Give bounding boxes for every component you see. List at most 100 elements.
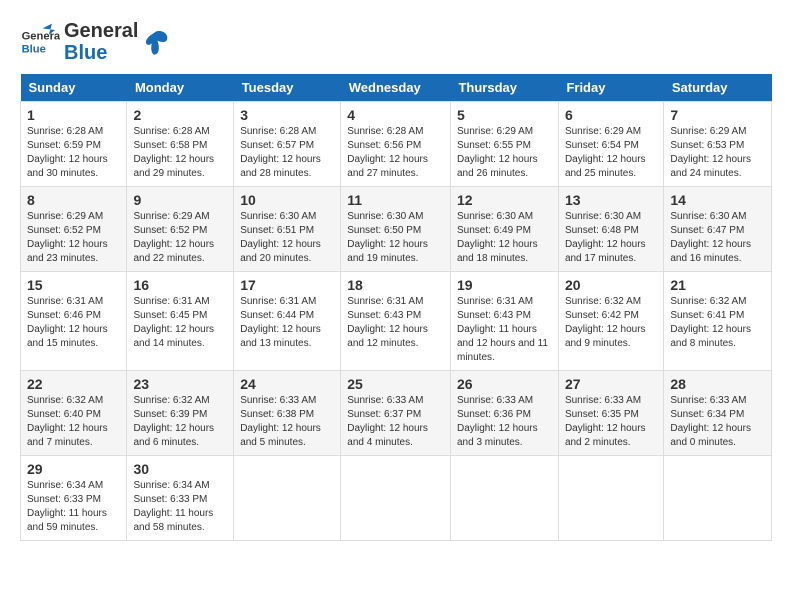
day-info: Sunrise: 6:29 AMSunset: 6:55 PMDaylight:… <box>457 125 552 181</box>
sunset-text: Sunset: 6:36 PM <box>457 409 531 420</box>
sunrise-text: Sunrise: 6:28 AM <box>240 126 316 137</box>
header-tuesday: Tuesday <box>234 74 341 102</box>
day-number: 19 <box>457 277 552 293</box>
sunrise-text: Sunrise: 6:29 AM <box>565 126 641 137</box>
day-info: Sunrise: 6:32 AMSunset: 6:40 PMDaylight:… <box>27 394 120 450</box>
calendar-cell: 25 Sunrise: 6:33 AMSunset: 6:37 PMDayligh… <box>341 371 451 456</box>
day-number: 3 <box>240 107 334 123</box>
day-info: Sunrise: 6:33 AMSunset: 6:35 PMDaylight:… <box>565 394 657 450</box>
day-info: Sunrise: 6:29 AMSunset: 6:54 PMDaylight:… <box>565 125 657 181</box>
daylight-text: Daylight: 12 hours <box>347 324 428 335</box>
daylight-minutes-text: and 5 minutes. <box>240 437 306 448</box>
day-info: Sunrise: 6:29 AMSunset: 6:52 PMDaylight:… <box>27 210 120 266</box>
daylight-minutes-text: and 4 minutes. <box>347 437 413 448</box>
daylight-text: Daylight: 12 hours <box>133 423 214 434</box>
sunset-text: Sunset: 6:44 PM <box>240 310 314 321</box>
day-number: 18 <box>347 277 444 293</box>
day-info: Sunrise: 6:30 AMSunset: 6:48 PMDaylight:… <box>565 210 657 266</box>
sunrise-text: Sunrise: 6:33 AM <box>457 395 533 406</box>
day-info: Sunrise: 6:28 AMSunset: 6:58 PMDaylight:… <box>133 125 227 181</box>
day-number: 8 <box>27 192 120 208</box>
day-number: 16 <box>133 277 227 293</box>
day-info: Sunrise: 6:33 AMSunset: 6:37 PMDaylight:… <box>347 394 444 450</box>
calendar-cell <box>558 456 663 541</box>
daylight-minutes-text: and 19 minutes. <box>347 253 418 264</box>
day-info: Sunrise: 6:33 AMSunset: 6:38 PMDaylight:… <box>240 394 334 450</box>
calendar-cell <box>341 456 451 541</box>
week-row-4: 22Sunrise: 6:32 AMSunset: 6:40 PMDayligh… <box>21 371 772 456</box>
day-info: Sunrise: 6:30 AMSunset: 6:51 PMDaylight:… <box>240 210 334 266</box>
calendar-cell: 16Sunrise: 6:31 AMSunset: 6:45 PMDayligh… <box>127 272 234 371</box>
calendar-cell: 20 Sunrise: 6:32 AMSunset: 6:42 PMDayligh… <box>558 272 663 371</box>
bird-icon <box>142 28 170 56</box>
day-number: 20 <box>565 277 657 293</box>
sunrise-text: Sunrise: 6:30 AM <box>457 211 533 222</box>
day-info: Sunrise: 6:29 AMSunset: 6:52 PMDaylight:… <box>133 210 227 266</box>
sunrise-text: Sunrise: 6:32 AM <box>670 296 746 307</box>
week-row-2: 8 Sunrise: 6:29 AMSunset: 6:52 PMDaylight… <box>21 187 772 272</box>
calendar-cell: 8 Sunrise: 6:29 AMSunset: 6:52 PMDaylight… <box>21 187 127 272</box>
day-info: Sunrise: 6:34 AMSunset: 6:33 PMDaylight:… <box>27 479 120 535</box>
week-row-1: 1Sunrise: 6:28 AMSunset: 6:59 PMDaylight… <box>21 102 772 187</box>
sunset-text: Sunset: 6:53 PM <box>670 140 744 151</box>
calendar-cell: 26Sunrise: 6:33 AMSunset: 6:36 PMDayligh… <box>450 371 558 456</box>
daylight-minutes-text: and 6 minutes. <box>133 437 199 448</box>
daylight-text: Daylight: 12 hours <box>457 154 538 165</box>
sunrise-text: Sunrise: 6:33 AM <box>565 395 641 406</box>
day-number: 25 <box>347 376 444 392</box>
day-info: Sunrise: 6:29 AMSunset: 6:53 PMDaylight:… <box>670 125 765 181</box>
daylight-minutes-text: and 0 minutes. <box>670 437 736 448</box>
sunset-text: Sunset: 6:43 PM <box>347 310 421 321</box>
daylight-minutes-text: and 13 minutes. <box>240 338 311 349</box>
daylight-text: Daylight: 12 hours <box>240 324 321 335</box>
daylight-minutes-text: and 15 minutes. <box>27 338 98 349</box>
sunset-text: Sunset: 6:58 PM <box>133 140 207 151</box>
day-number: 5 <box>457 107 552 123</box>
sunrise-text: Sunrise: 6:29 AM <box>670 126 746 137</box>
calendar-table: SundayMondayTuesdayWednesdayThursdayFrid… <box>20 74 772 541</box>
day-info: Sunrise: 6:32 AMSunset: 6:42 PMDaylight:… <box>565 295 657 351</box>
daylight-text: Daylight: 12 hours <box>27 154 108 165</box>
daylight-text: Daylight: 12 hours <box>670 324 751 335</box>
day-info: Sunrise: 6:30 AMSunset: 6:50 PMDaylight:… <box>347 210 444 266</box>
day-number: 27 <box>565 376 657 392</box>
calendar-cell <box>450 456 558 541</box>
header-friday: Friday <box>558 74 663 102</box>
sunset-text: Sunset: 6:34 PM <box>670 409 744 420</box>
calendar-cell: 27 Sunrise: 6:33 AMSunset: 6:35 PMDayligh… <box>558 371 663 456</box>
sunrise-text: Sunrise: 6:29 AM <box>27 211 103 222</box>
calendar-cell: 28Sunrise: 6:33 AMSunset: 6:34 PMDayligh… <box>664 371 772 456</box>
sunset-text: Sunset: 6:47 PM <box>670 225 744 236</box>
daylight-text: Daylight: 12 hours <box>457 239 538 250</box>
sunset-text: Sunset: 6:42 PM <box>565 310 639 321</box>
day-number: 6 <box>565 107 657 123</box>
logo-general-text: General <box>64 20 138 42</box>
day-number: 9 <box>133 192 227 208</box>
sunrise-text: Sunrise: 6:34 AM <box>133 480 209 491</box>
calendar-cell <box>234 456 341 541</box>
daylight-text: Daylight: 12 hours <box>347 154 428 165</box>
day-number: 15 <box>27 277 120 293</box>
calendar-cell: 29Sunrise: 6:34 AMSunset: 6:33 PMDayligh… <box>21 456 127 541</box>
sunset-text: Sunset: 6:48 PM <box>565 225 639 236</box>
daylight-text: Daylight: 12 hours <box>240 239 321 250</box>
daylight-text: Daylight: 12 hours <box>670 239 751 250</box>
calendar-cell <box>664 456 772 541</box>
daylight-minutes-text: and 30 minutes. <box>27 168 98 179</box>
calendar-cell: 21Sunrise: 6:32 AMSunset: 6:41 PMDayligh… <box>664 272 772 371</box>
sunset-text: Sunset: 6:40 PM <box>27 409 101 420</box>
header-thursday: Thursday <box>450 74 558 102</box>
calendar-cell: 12Sunrise: 6:30 AMSunset: 6:49 PMDayligh… <box>450 187 558 272</box>
calendar-cell: 15Sunrise: 6:31 AMSunset: 6:46 PMDayligh… <box>21 272 127 371</box>
sunrise-text: Sunrise: 6:34 AM <box>27 480 103 491</box>
daylight-minutes-text: and 23 minutes. <box>27 253 98 264</box>
sunset-text: Sunset: 6:59 PM <box>27 140 101 151</box>
sunset-text: Sunset: 6:49 PM <box>457 225 531 236</box>
daylight-text: Daylight: 12 hours <box>457 423 538 434</box>
day-info: Sunrise: 6:34 AMSunset: 6:33 PMDaylight:… <box>133 479 227 535</box>
daylight-text: Daylight: 12 hours <box>240 423 321 434</box>
sunrise-text: Sunrise: 6:28 AM <box>347 126 423 137</box>
sunrise-text: Sunrise: 6:30 AM <box>565 211 641 222</box>
daylight-text: Daylight: 12 hours <box>670 423 751 434</box>
daylight-minutes-text: and 20 minutes. <box>240 253 311 264</box>
